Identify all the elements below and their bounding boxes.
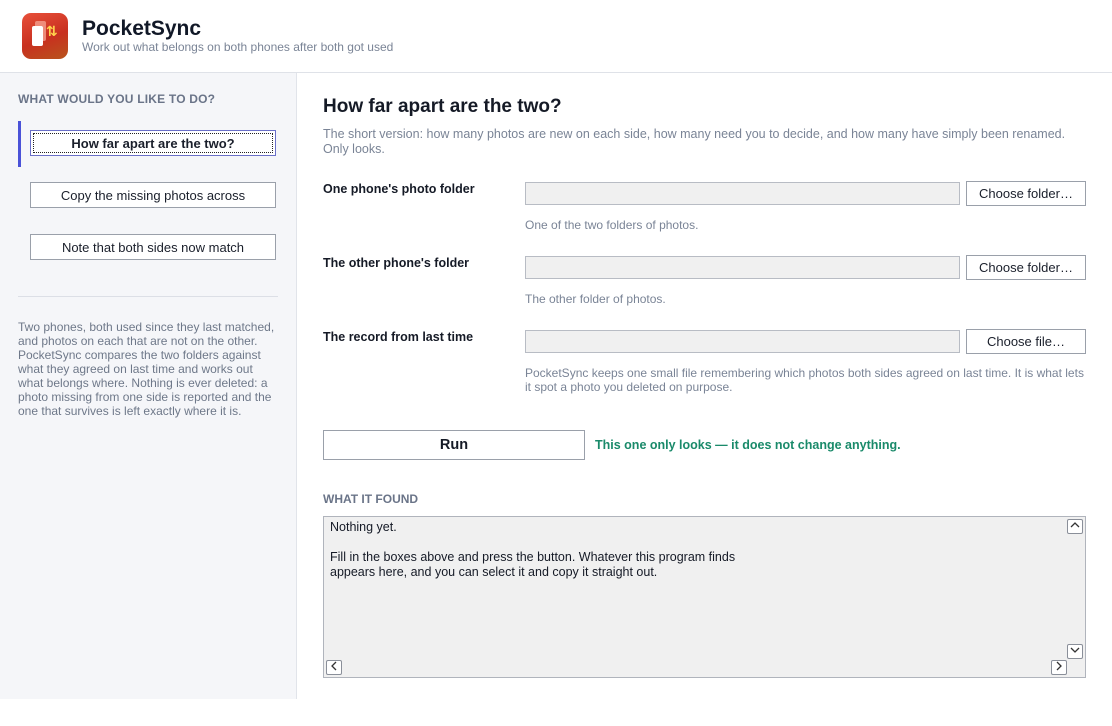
app-title: PocketSync	[82, 17, 202, 40]
output-text[interactable]: Nothing yet. Fill in the boxes above and…	[330, 520, 1065, 660]
sidebar-heading: WHAT WOULD YOU LIKE TO DO?	[18, 92, 216, 106]
sidebar-item-copy-missing[interactable]: Copy the missing photos across	[30, 182, 276, 208]
field-help-phone-folder: One of the two folders of photos.	[525, 218, 699, 232]
field-label-phone-folder: One phone's photo folder	[323, 182, 475, 196]
app-subtitle: Work out what belongs on both phones aft…	[82, 40, 394, 54]
run-button[interactable]: Run	[323, 430, 585, 460]
chevron-down-icon[interactable]	[1067, 644, 1083, 659]
choose-record-file-button[interactable]: Choose file…	[966, 329, 1086, 354]
record-file-input[interactable]	[525, 330, 960, 353]
field-label-other-folder: The other phone's folder	[323, 256, 470, 270]
app-header: ⇅ PocketSync Work out what belongs on bo…	[0, 0, 1112, 73]
field-help-other-folder: The other folder of photos.	[525, 292, 666, 306]
field-help-record-file: PocketSync keeps one small file remember…	[525, 366, 1084, 394]
page-title: How far apart are the two?	[323, 96, 562, 117]
phone-folder-input[interactable]	[525, 182, 960, 205]
active-item-marker	[18, 121, 21, 167]
output-heading: WHAT IT FOUND	[323, 492, 419, 506]
field-label-record-file: The record from last time	[323, 330, 474, 344]
sidebar-divider	[18, 296, 278, 297]
choose-other-folder-button[interactable]: Choose folder…	[966, 255, 1086, 280]
chevron-up-icon[interactable]	[1067, 519, 1083, 534]
sidebar: WHAT WOULD YOU LIKE TO DO? How far apart…	[0, 73, 297, 699]
page-intro: The short version: how many photos are n…	[323, 127, 1066, 156]
other-folder-input[interactable]	[525, 256, 960, 279]
chevron-right-icon[interactable]	[1051, 660, 1067, 675]
sidebar-description: Two phones, both used since they last ma…	[18, 320, 275, 418]
run-note: This one only looks — it does not change…	[595, 438, 901, 452]
chevron-left-icon[interactable]	[326, 660, 342, 675]
choose-phone-folder-button[interactable]: Choose folder…	[966, 181, 1086, 206]
output-textbox[interactable]: Nothing yet. Fill in the boxes above and…	[323, 516, 1086, 678]
phone-sync-icon: ⇅	[22, 13, 68, 59]
sidebar-item-how-far-apart[interactable]: How far apart are the two?	[30, 130, 276, 156]
sidebar-item-note-match[interactable]: Note that both sides now match	[30, 234, 276, 260]
